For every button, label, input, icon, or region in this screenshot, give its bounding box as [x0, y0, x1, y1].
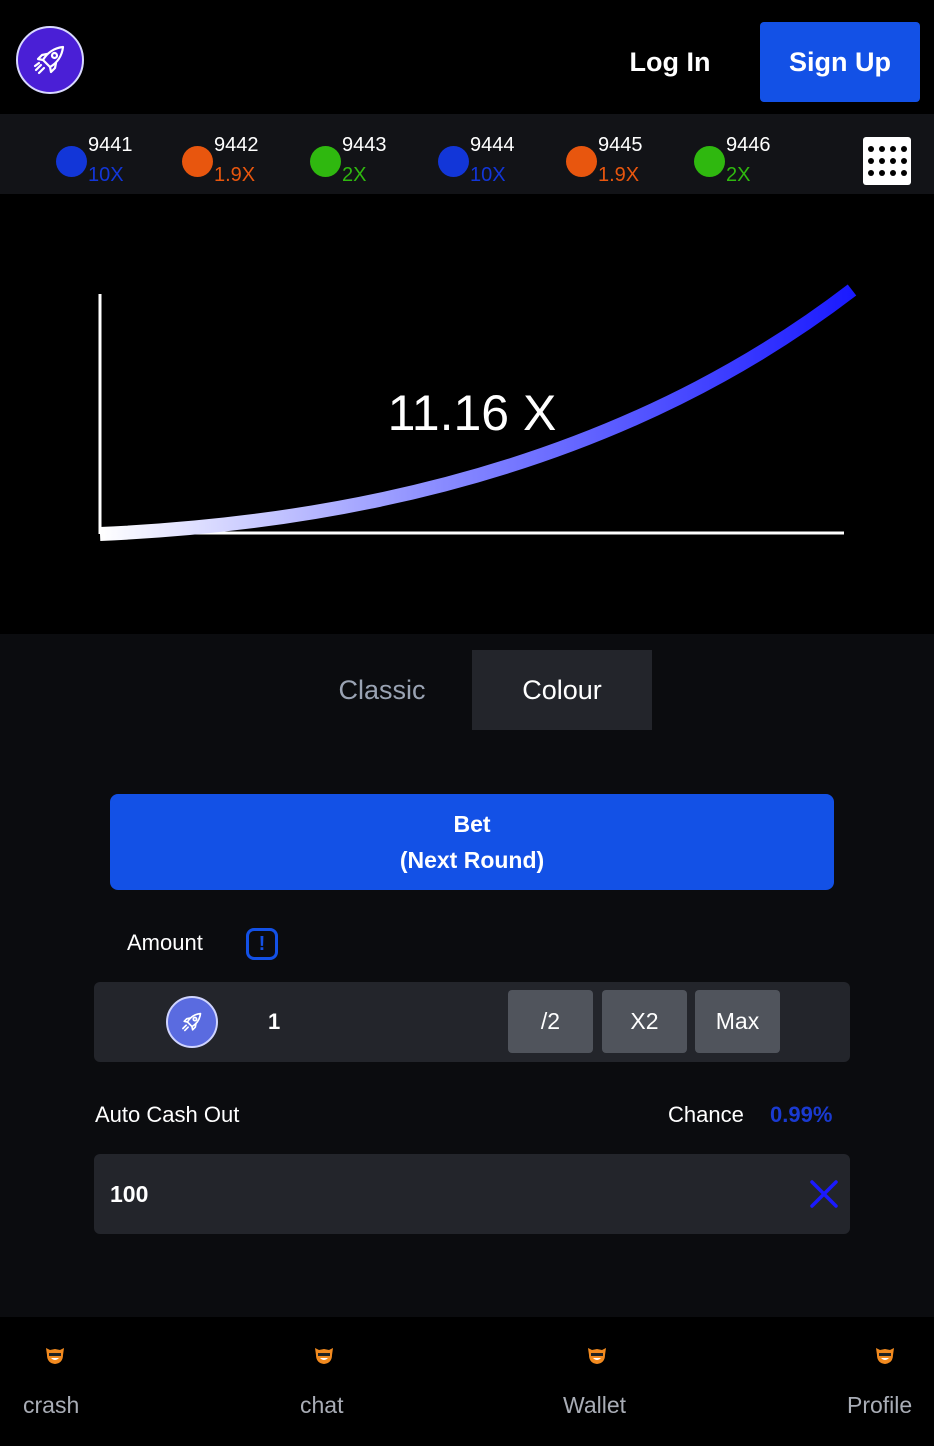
coin-icon	[166, 996, 218, 1048]
nav-label: crash	[23, 1392, 80, 1418]
round-history-bar: 9441 10X 9442 1.9X 9443 2X 9444 10X 9445…	[0, 114, 934, 194]
history-round: 9445	[598, 134, 643, 156]
nav-label: Wallet	[563, 1392, 627, 1418]
current-multiplier: 11.16 X	[387, 385, 557, 441]
history-multiplier: 1.9X	[598, 164, 640, 186]
history-round: 9441	[88, 134, 133, 156]
info-icon[interactable]: !	[246, 928, 278, 960]
half-amount-button[interactable]: /2	[508, 990, 593, 1053]
nav-label: Profile	[847, 1392, 913, 1418]
history-dot	[438, 146, 469, 177]
crash-graph: 11.16 X	[0, 194, 934, 634]
history-item[interactable]: 9441 10X	[56, 114, 166, 194]
signup-button[interactable]: Sign Up	[760, 22, 920, 102]
grid-menu-icon[interactable]	[863, 137, 911, 185]
history-item[interactable]: 9442 1.9X	[182, 114, 292, 194]
history-multiplier: 2X	[726, 164, 751, 186]
history-round: 9443	[342, 134, 387, 156]
auto-cashout-input[interactable]	[98, 1168, 802, 1220]
history-item[interactable]: 9444 10X	[438, 114, 548, 194]
clear-icon[interactable]	[808, 1178, 840, 1210]
tab-classic[interactable]: Classic	[292, 650, 472, 730]
rocket-logo[interactable]	[16, 26, 84, 94]
login-button[interactable]: Log In	[600, 22, 740, 102]
tiger-icon	[46, 1348, 64, 1364]
bet-button[interactable]: Bet (Next Round)	[110, 794, 834, 890]
history-round: 9444	[470, 134, 515, 156]
nav-crash[interactable]: crash	[18, 1330, 98, 1430]
rocket-icon	[33, 45, 65, 75]
tiger-icon	[315, 1348, 333, 1364]
history-round: 9446	[726, 134, 771, 156]
amount-input[interactable]	[256, 998, 510, 1046]
history-dot	[56, 146, 87, 177]
history-item[interactable]: 9445 1.9X	[566, 114, 676, 194]
bet-label: Bet	[453, 811, 491, 837]
history-item[interactable]: 9443 2X	[310, 114, 420, 194]
history-multiplier: 10X	[88, 164, 124, 186]
max-amount-button[interactable]: Max	[695, 990, 780, 1053]
chance-label: Chance	[668, 1102, 744, 1127]
history-dot	[182, 146, 213, 177]
history-multiplier: 10X	[470, 164, 506, 186]
tab-colour[interactable]: Colour	[472, 650, 652, 730]
tiger-icon	[876, 1348, 894, 1364]
history-round: 9442	[214, 134, 259, 156]
nav-label: chat	[300, 1392, 344, 1418]
history-multiplier: 2X	[342, 164, 367, 186]
history-dot	[566, 146, 597, 177]
history-dot	[310, 146, 341, 177]
nav-chat[interactable]: chat	[290, 1330, 370, 1430]
bet-sublabel: (Next Round)	[399, 847, 545, 873]
auto-cashout-label: Auto Cash Out	[95, 1102, 240, 1127]
history-item[interactable]: 9446 2X	[694, 114, 804, 194]
amount-label: Amount	[127, 930, 203, 955]
history-multiplier: 1.9X	[214, 164, 256, 186]
nav-wallet[interactable]: Wallet	[556, 1330, 646, 1430]
double-amount-button[interactable]: X2	[602, 990, 687, 1053]
tiger-icon	[588, 1348, 606, 1364]
bottom-nav	[0, 1317, 934, 1446]
chance-value: 0.99%	[770, 1102, 833, 1127]
nav-profile[interactable]: Profile	[840, 1330, 930, 1430]
history-dot	[694, 146, 725, 177]
